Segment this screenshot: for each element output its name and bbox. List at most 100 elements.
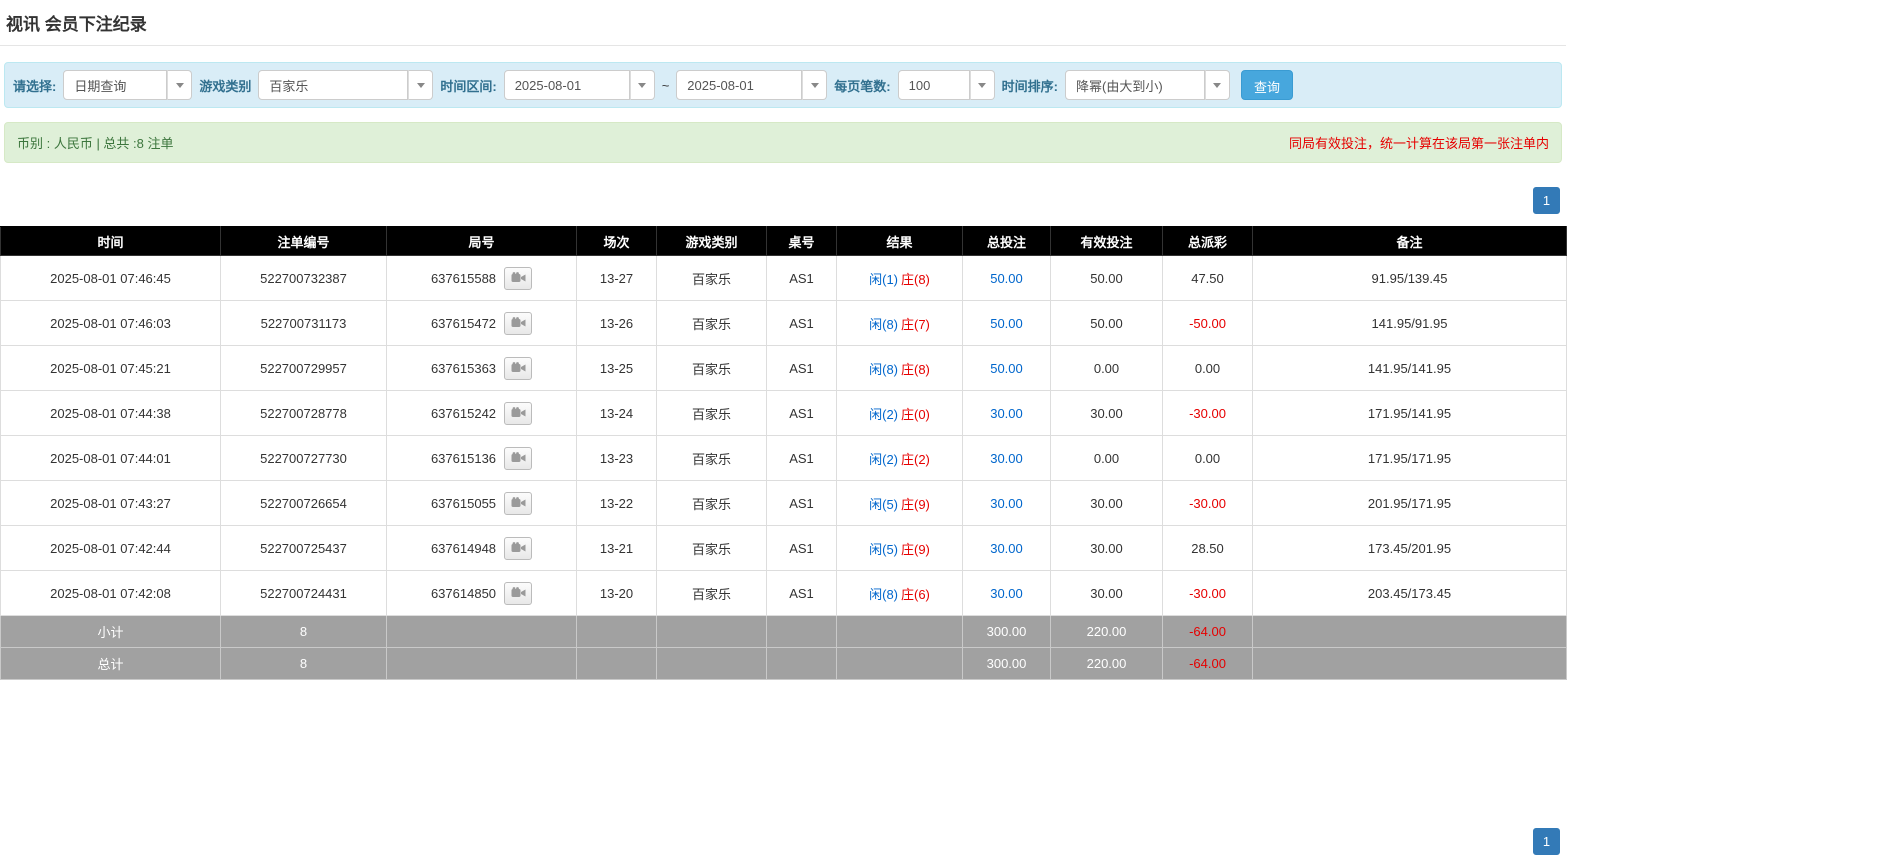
subtotal-valid-bet: 220.00 [1051,616,1163,648]
bet-records-table: 时间 注单编号 局号 场次 游戏类别 桌号 结果 总投注 有效投注 总派彩 备注… [0,226,1567,680]
date-from-value[interactable]: 2025-08-01 [504,70,630,100]
search-button[interactable]: 查询 [1241,70,1293,100]
cell-bet-id: 522700728778 [221,391,387,436]
header-result: 结果 [837,227,963,256]
table-row: 2025-08-01 07:43:27 522700726654 6376150… [1,481,1567,526]
cell-table-no: AS1 [767,436,837,481]
result-banker: 庄(6) [901,587,930,602]
result-player: 闲(2) [869,452,898,467]
cell-total-bet: 30.00 [963,436,1051,481]
sort-select[interactable]: 降幂(由大到小) [1065,70,1230,100]
cell-valid-bet: 0.00 [1051,346,1163,391]
table-row: 2025-08-01 07:46:03 522700731173 6376154… [1,301,1567,346]
total-bet-link[interactable]: 30.00 [990,496,1023,511]
total-bet-link[interactable]: 30.00 [990,586,1023,601]
grand-total-total-payout: -64.00 [1163,648,1253,680]
cell-result: 闲(8)庄(6) [837,571,963,616]
video-replay-button[interactable] [504,582,532,605]
cell-result: 闲(2)庄(2) [837,436,963,481]
date-to-select[interactable]: 2025-08-01 [676,70,827,100]
subtotal-count: 8 [221,616,387,648]
total-bet-link[interactable]: 30.00 [990,541,1023,556]
total-bet-link[interactable]: 50.00 [990,361,1023,376]
date-to-value[interactable]: 2025-08-01 [676,70,802,100]
total-bet-link[interactable]: 30.00 [990,451,1023,466]
cell-result: 闲(1)庄(8) [837,256,963,301]
result-banker: 庄(8) [901,362,930,377]
result-banker: 庄(0) [901,407,930,422]
video-replay-button[interactable] [504,447,532,470]
sort-value[interactable]: 降幂(由大到小) [1065,70,1205,100]
video-camera-icon [511,272,526,284]
cell-note: 141.95/91.95 [1253,301,1567,346]
video-camera-icon [511,317,526,329]
cell-bet-id: 522700731173 [221,301,387,346]
video-camera-icon [511,497,526,509]
cell-session: 13-25 [577,346,657,391]
cell-session: 13-26 [577,301,657,346]
cell-bet-id: 522700732387 [221,256,387,301]
cell-round-id: 637615136 [387,436,577,481]
cell-result: 闲(5)庄(9) [837,481,963,526]
pagination-top: 1 [0,187,1560,214]
cell-session: 13-21 [577,526,657,571]
table-row: 2025-08-01 07:45:21 522700729957 6376153… [1,346,1567,391]
caret-down-icon [638,83,646,88]
currency-total-text: 币别 : 人民币 | 总共 :8 注单 [17,133,174,152]
cell-valid-bet: 30.00 [1051,391,1163,436]
query-type-value[interactable]: 日期查询 [63,70,167,100]
total-bet-link[interactable]: 30.00 [990,406,1023,421]
page-size-value[interactable]: 100 [898,70,970,100]
cell-session: 13-27 [577,256,657,301]
video-replay-button[interactable] [504,402,532,425]
cell-total-bet: 50.00 [963,346,1051,391]
cell-note: 173.45/201.95 [1253,526,1567,571]
query-type-select[interactable]: 日期查询 [63,70,192,100]
table-body: 2025-08-01 07:46:45 522700732387 6376155… [1,256,1567,616]
cell-total-payout: 47.50 [1163,256,1253,301]
date-from-select[interactable]: 2025-08-01 [504,70,655,100]
video-replay-button[interactable] [504,267,532,290]
sort-label: 时间排序: [1002,76,1058,95]
query-type-label: 请选择: [13,76,56,95]
video-replay-button[interactable] [504,357,532,380]
cell-valid-bet: 50.00 [1051,301,1163,346]
sort-dropdown-button[interactable] [1205,70,1230,100]
cell-valid-bet: 50.00 [1051,256,1163,301]
query-type-dropdown-button[interactable] [167,70,192,100]
total-bet-link[interactable]: 50.00 [990,316,1023,331]
title-divider [0,45,1566,46]
page-button-1[interactable]: 1 [1533,187,1560,214]
cell-game-type: 百家乐 [657,301,767,346]
result-player: 闲(5) [869,542,898,557]
video-replay-button[interactable] [504,537,532,560]
video-replay-button[interactable] [504,492,532,515]
page-size-select[interactable]: 100 [898,70,995,100]
subtotal-total-payout: -64.00 [1163,616,1253,648]
page-button-1-bottom[interactable]: 1 [1533,828,1560,855]
table-row: 2025-08-01 07:46:45 522700732387 6376155… [1,256,1567,301]
date-to-dropdown-button[interactable] [802,70,827,100]
table-row: 2025-08-01 07:44:01 522700727730 6376151… [1,436,1567,481]
cell-total-payout: -30.00 [1163,481,1253,526]
video-replay-button[interactable] [504,312,532,335]
header-session: 场次 [577,227,657,256]
cell-round-id: 637615055 [387,481,577,526]
game-type-select[interactable]: 百家乐 [258,70,433,100]
total-bet-link[interactable]: 50.00 [990,271,1023,286]
grand-total-valid-bet: 220.00 [1051,648,1163,680]
cell-result: 闲(8)庄(8) [837,346,963,391]
grand-total-count: 8 [221,648,387,680]
cell-table-no: AS1 [767,391,837,436]
cell-note: 203.45/173.45 [1253,571,1567,616]
grand-total-total-bet: 300.00 [963,648,1051,680]
header-total-payout: 总派彩 [1163,227,1253,256]
header-note: 备注 [1253,227,1567,256]
game-type-value[interactable]: 百家乐 [258,70,408,100]
table-header-row: 时间 注单编号 局号 场次 游戏类别 桌号 结果 总投注 有效投注 总派彩 备注 [1,227,1567,256]
game-type-dropdown-button[interactable] [408,70,433,100]
date-from-dropdown-button[interactable] [630,70,655,100]
table-row: 2025-08-01 07:42:08 522700724431 6376148… [1,571,1567,616]
date-range-separator: ~ [662,78,670,93]
page-size-dropdown-button[interactable] [970,70,995,100]
